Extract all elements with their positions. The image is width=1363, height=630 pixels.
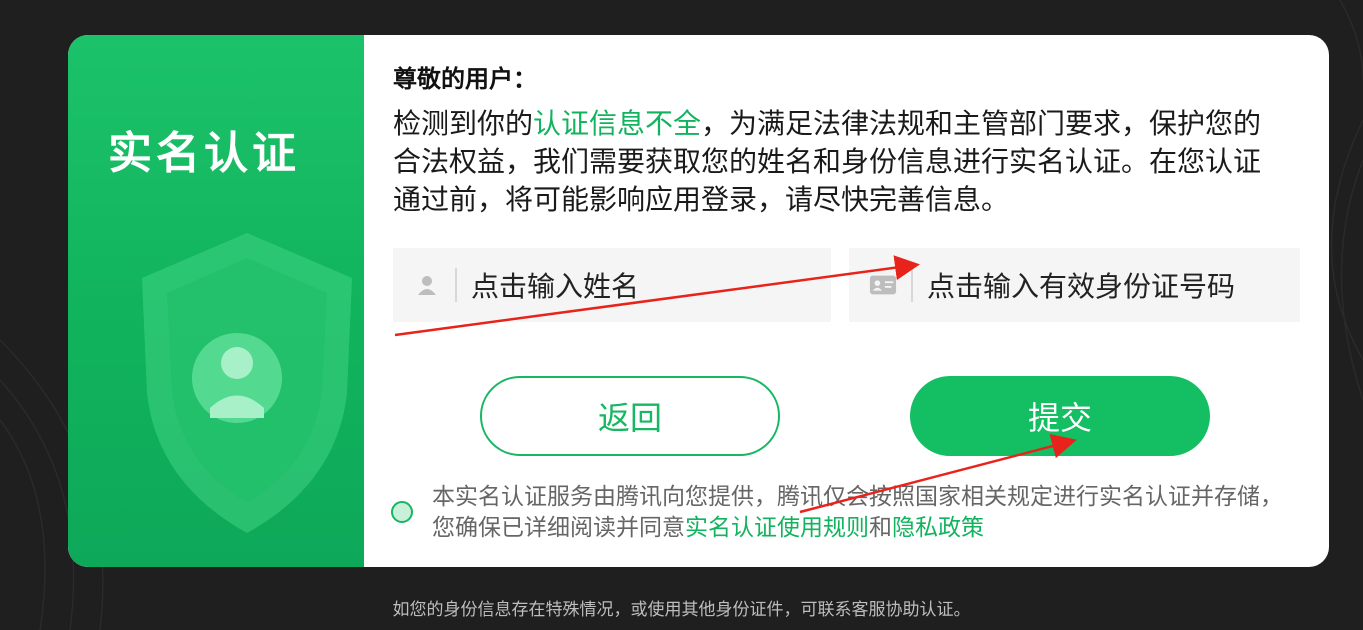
user-icon [413, 271, 441, 299]
agreement-checkbox[interactable] [391, 501, 413, 523]
id-placeholder: 点击输入有效身份证号码 [927, 270, 1236, 303]
field-divider [455, 268, 457, 302]
footer-note: 如您的身份信息存在特殊情况，或使用其他身份证件，可联系客服协助认证。 [392, 600, 971, 620]
shield-icon [142, 233, 352, 533]
submit-button[interactable]: 提交 [910, 376, 1210, 456]
form-panel: 尊敬的用户： 检测到你的认证信息不全，为满足法律法规和主管部门要求，保护您的合法… [364, 35, 1329, 567]
description-prefix: 检测到你的 [393, 107, 534, 140]
greeting: 尊敬的用户： [393, 65, 537, 93]
id-card-icon [869, 271, 897, 299]
id-number-input[interactable]: 点击输入有效身份证号码 [849, 248, 1300, 322]
left-banner: 实名认证 [68, 35, 364, 567]
name-placeholder: 点击输入姓名 [471, 270, 640, 303]
description-highlight: 认证信息不全 [533, 107, 702, 140]
privacy-link[interactable]: 隐私政策 [892, 515, 984, 541]
banner-title: 实名认证 [108, 128, 300, 179]
back-button[interactable]: 返回 [480, 376, 780, 456]
agreement-and: 和 [869, 515, 892, 541]
description: 检测到你的认证信息不全，为满足法律法规和主管部门要求，保护您的合法权益，我们需要… [393, 105, 1273, 219]
name-input[interactable]: 点击输入姓名 [393, 248, 831, 322]
field-divider [911, 268, 913, 302]
real-name-auth-dialog: 实名认证 尊敬的用户： 检测到你的认证信息不全，为满足法律法规和主管部门要求，保… [68, 35, 1329, 567]
agreement-text: 本实名认证服务由腾讯向您提供，腾讯仅会按照国家相关规定进行实名认证并存储，您确保… [432, 482, 1292, 544]
rules-link[interactable]: 实名认证使用规则 [685, 515, 869, 541]
